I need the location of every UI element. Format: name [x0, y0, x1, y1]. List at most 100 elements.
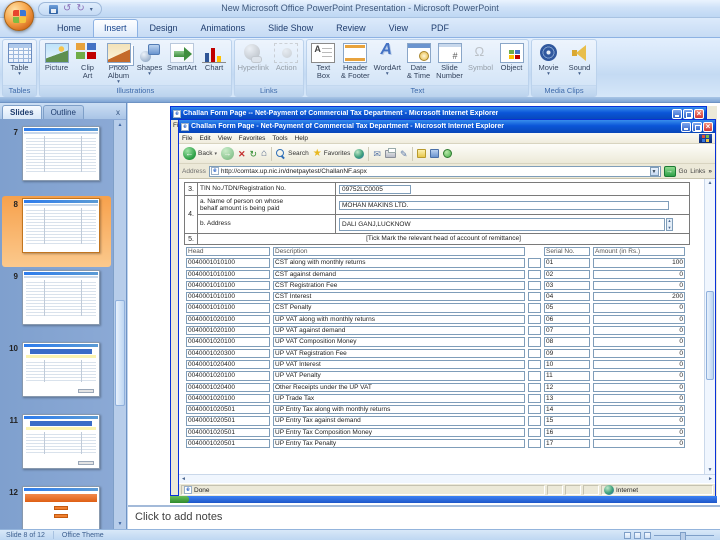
slide-thumbnail-item[interactable]: 12 — [2, 484, 111, 529]
pane-close-icon[interactable]: x — [112, 106, 124, 119]
description-input[interactable]: UP VAT Registration Fee — [273, 348, 525, 358]
serial-input[interactable]: 08 — [544, 337, 590, 347]
amount-input[interactable]: 0 — [593, 303, 685, 313]
movie-button[interactable]: Movie ▾ — [533, 41, 564, 77]
redo-icon[interactable]: ↻ — [76, 4, 84, 14]
ie-horizontal-scrollbar[interactable]: ◄ ► — [179, 474, 715, 483]
head-code-input[interactable]: 0040001020100 — [186, 393, 270, 404]
refresh-button[interactable]: ↻ — [250, 149, 258, 159]
scroll-right-icon[interactable]: ► — [708, 476, 713, 482]
head-code-input[interactable]: 0040001020300 — [186, 348, 270, 358]
head-code-input[interactable]: 0040001010100 — [186, 280, 270, 291]
slide-canvas[interactable]: e Challan Form Page -- Net-Payment of Co… — [128, 103, 720, 505]
description-input[interactable]: CST Registration Fee — [273, 280, 525, 291]
minimize-button[interactable] — [681, 121, 691, 132]
office-button-icon[interactable] — [4, 1, 34, 31]
mail-button[interactable]: ✉ — [373, 149, 381, 159]
smartart-button[interactable]: SmartArt — [165, 41, 199, 72]
object-button[interactable]: Object — [496, 41, 527, 72]
serial-input[interactable]: 14 — [544, 405, 590, 415]
description-input[interactable]: UP Trade Tax — [273, 393, 525, 404]
address-dropdown-icon[interactable]: ▼ — [649, 166, 659, 176]
tick-input[interactable] — [528, 393, 541, 404]
amount-input[interactable]: 0 — [593, 405, 685, 415]
symbol-button[interactable]: Symbol — [465, 41, 496, 72]
description-input[interactable]: UP Entry Tax along with monthly returns — [273, 405, 525, 415]
address-input[interactable]: e http://comtax.up.nic.in/dnetpaytest/Ch… — [208, 165, 661, 177]
pane-tab-outline[interactable]: Outline — [42, 105, 84, 119]
forward-button[interactable]: → — [220, 147, 234, 160]
links-chevron-icon[interactable]: » — [708, 168, 712, 175]
normal-view-button[interactable] — [624, 531, 631, 539]
serial-input[interactable]: 16 — [544, 427, 590, 438]
serial-input[interactable]: 07 — [544, 326, 590, 336]
head-code-input[interactable]: 0040001010100 — [186, 269, 270, 279]
amount-input[interactable]: 200 — [593, 292, 685, 302]
serial-input[interactable]: 06 — [544, 314, 590, 325]
serial-input[interactable]: 15 — [544, 416, 590, 426]
serial-input[interactable]: 12 — [544, 382, 590, 392]
serial-input[interactable]: 17 — [544, 439, 590, 449]
amount-input[interactable]: 0 — [593, 439, 685, 449]
ie-vertical-scrollbar[interactable] — [704, 179, 715, 474]
name-input[interactable]: MOHAN MAKINS LTD. — [339, 200, 669, 210]
tick-input[interactable] — [528, 359, 541, 370]
picture-button[interactable]: Picture — [41, 41, 72, 72]
head-code-input[interactable]: 0040001010100 — [186, 292, 270, 302]
tick-input[interactable] — [528, 382, 541, 392]
tab-insert[interactable]: Insert — [93, 19, 138, 37]
serial-input[interactable]: 11 — [544, 371, 590, 381]
clip-art-button[interactable]: Clip Art — [72, 41, 103, 80]
tick-input[interactable] — [528, 439, 541, 449]
tick-input[interactable] — [528, 348, 541, 358]
amount-input[interactable]: 0 — [593, 427, 685, 438]
save-icon[interactable] — [49, 4, 58, 14]
slide-sorter-button[interactable] — [634, 531, 641, 539]
serial-input[interactable]: 09 — [544, 348, 590, 358]
menu-tools[interactable]: Tools — [272, 135, 287, 142]
description-input[interactable]: CST Interest — [273, 292, 525, 302]
head-code-input[interactable]: 0040001020100 — [186, 371, 270, 381]
description-input[interactable]: UP VAT along with monthly returns — [273, 314, 525, 325]
address-textarea[interactable]: DALI GANJ,LUCKNOW — [339, 217, 665, 231]
hyperlink-button[interactable]: Hyperlink — [236, 41, 271, 72]
stop-button[interactable]: ✕ — [238, 149, 246, 159]
amount-input[interactable]: 0 — [593, 382, 685, 392]
search-button[interactable]: Search — [276, 148, 309, 159]
description-input[interactable]: UP VAT Interest — [273, 359, 525, 370]
slide-number-button[interactable]: Slide Number — [434, 41, 465, 80]
serial-input[interactable]: 01 — [544, 258, 590, 268]
amount-input[interactable]: 0 — [593, 326, 685, 336]
tab-pdf[interactable]: PDF — [420, 19, 460, 37]
photo-album-button[interactable]: Photo Album ▾ — [103, 41, 134, 85]
menu-file[interactable]: File — [182, 135, 192, 142]
tick-input[interactable] — [528, 405, 541, 415]
description-input[interactable]: Other Receipts under the UP VAT — [273, 382, 525, 392]
description-input[interactable]: UP Entry Tax Composition Money — [273, 427, 525, 438]
shapes-button[interactable]: Shapes ▾ — [134, 41, 165, 77]
close-button[interactable] — [694, 108, 704, 119]
amount-input[interactable]: 0 — [593, 314, 685, 325]
serial-input[interactable]: 05 — [544, 303, 590, 313]
scroll-left-icon[interactable]: ◄ — [181, 476, 186, 482]
head-code-input[interactable]: 0040001020100 — [186, 337, 270, 347]
serial-input[interactable]: 04 — [544, 292, 590, 302]
head-code-input[interactable]: 0040001020100 — [186, 326, 270, 336]
amount-input[interactable]: 0 — [593, 269, 685, 279]
description-input[interactable]: UP Entry Tax against demand — [273, 416, 525, 426]
tick-input[interactable] — [528, 280, 541, 291]
tab-animations[interactable]: Animations — [190, 19, 257, 37]
header-footer-button[interactable]: Header & Footer — [339, 41, 372, 80]
head-code-input[interactable]: 0040001020100 — [186, 314, 270, 325]
description-input[interactable]: CST Penalty — [273, 303, 525, 313]
tab-design[interactable]: Design — [139, 19, 189, 37]
research-button[interactable] — [442, 149, 452, 158]
action-button[interactable]: Action — [271, 41, 302, 72]
tab-slide-show[interactable]: Slide Show — [257, 19, 324, 37]
back-button[interactable]: ← Back ▾ — [183, 147, 217, 160]
description-input[interactable]: UP VAT Penalty — [273, 371, 525, 381]
chart-button[interactable]: Chart — [199, 41, 230, 72]
tick-input[interactable] — [528, 371, 541, 381]
embedded-screenshot[interactable]: e Challan Form Page -- Net-Payment of Co… — [170, 106, 717, 503]
tin-input[interactable]: 09752LC0005 — [339, 184, 411, 194]
